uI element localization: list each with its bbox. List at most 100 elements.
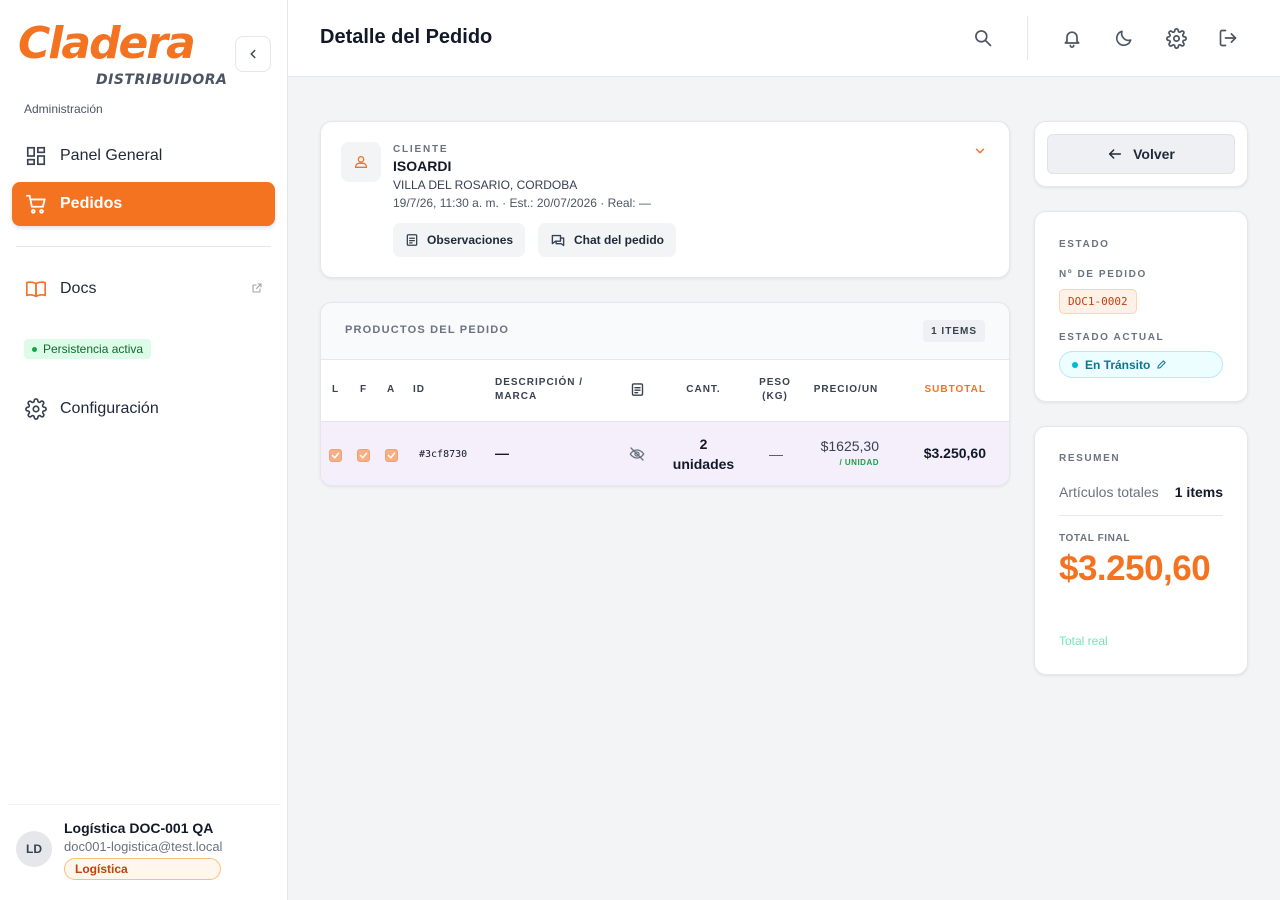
- column-header-subtotal: SUBTOTAL: [924, 384, 986, 395]
- quantity-unit: unidades: [672, 456, 735, 472]
- book-icon: [24, 277, 48, 301]
- column-header-id: ID: [413, 384, 425, 395]
- bell-icon[interactable]: [1060, 26, 1084, 50]
- summary-section-label: RESUMEN: [1059, 453, 1121, 464]
- chat-label: Chat del pedido: [574, 233, 664, 247]
- status-dot: [32, 346, 37, 352]
- shopping-cart-icon: [24, 192, 48, 216]
- persistence-badge: Persistencia activa: [24, 339, 152, 359]
- column-header-description: DESCRIPCIÓN / MARCA: [495, 376, 583, 404]
- items-count-badge: 1 ITEMS: [923, 320, 985, 342]
- brand-logo[interactable]: Cladera DISTRIBUIDORA: [18, 18, 227, 92]
- back-button[interactable]: Volver: [1047, 134, 1235, 174]
- notes-icon: [406, 234, 418, 246]
- order-number-chip: DOC1-0002: [1059, 289, 1137, 314]
- status-card: ESTADO Nº DE PEDIDO DOC1-0002 ESTADO ACT…: [1034, 211, 1248, 402]
- total-final-value: $3.250,60: [1059, 549, 1211, 588]
- gear-icon: [24, 397, 48, 421]
- observations-label: Observaciones: [427, 233, 514, 247]
- logo-subtitle: DISTRIBUIDORA: [96, 72, 228, 88]
- gear-icon[interactable]: [1164, 26, 1188, 50]
- pencil-icon: [1157, 360, 1167, 369]
- persistence-label: Persistencia activa: [43, 342, 144, 356]
- total-note: Total real: [1059, 634, 1108, 648]
- products-header: PRODUCTOS DEL PEDIDO 1 ITEMS: [321, 303, 1009, 360]
- back-label: Volver: [1133, 146, 1175, 162]
- product-price: $1625,30: [820, 438, 879, 454]
- client-section-label: CLIENTE: [393, 144, 449, 155]
- column-header-a: A: [387, 384, 396, 395]
- sidebar-item-docs[interactable]: Docs: [12, 267, 275, 311]
- column-header-f: F: [360, 384, 368, 395]
- avatar[interactable]: LD: [16, 831, 52, 867]
- page-title: Detalle del Pedido: [320, 26, 493, 48]
- eye-off-icon[interactable]: [629, 446, 645, 467]
- dashboard-icon: [24, 144, 48, 168]
- table-row[interactable]: #3cf8730 — 2 unidades — $1625,30 / UNIDA…: [321, 421, 1009, 485]
- products-card: PRODUCTOS DEL PEDIDO 1 ITEMS L F A ID DE…: [320, 302, 1010, 486]
- area-label: Administración: [24, 102, 103, 116]
- sidebar-item-label: Docs: [60, 280, 97, 297]
- collapse-sidebar-button[interactable]: [235, 36, 271, 72]
- column-header-description-line1: DESCRIPCIÓN /: [495, 377, 584, 388]
- sidebar: Cladera DISTRIBUIDORA Administración Pan…: [0, 0, 288, 900]
- order-dates: 19/7/26, 11:30 a. m. · Est.: 20/07/2026 …: [393, 196, 651, 210]
- quantity-number: 2: [699, 436, 708, 452]
- user-name: Logística DOC-001 QA: [64, 820, 214, 836]
- product-quantity: 2 unidades: [661, 434, 746, 474]
- nav-divider: [16, 246, 271, 247]
- client-location: VILLA DEL ROSARIO, CORDOBA: [393, 178, 578, 192]
- client-name: ISOARDI: [393, 158, 452, 174]
- top-header: Detalle del Pedido: [288, 0, 1280, 77]
- product-subtotal: $3.250,60: [923, 445, 986, 461]
- column-header-weight-line2: (KG): [762, 391, 788, 402]
- status-badge[interactable]: En Tránsito: [1059, 351, 1223, 378]
- product-weight: —: [769, 446, 783, 462]
- user-icon: [341, 142, 381, 182]
- chevron-left-icon: [250, 49, 256, 59]
- status-section-label: ESTADO: [1059, 239, 1110, 250]
- external-link-icon: [251, 281, 263, 299]
- checkbox-l[interactable]: [329, 449, 342, 462]
- user-divider: [8, 804, 280, 805]
- logout-icon[interactable]: [1216, 26, 1240, 50]
- notes-icon: [630, 382, 645, 402]
- product-price-unit: / UNIDAD: [839, 458, 879, 467]
- back-card: Volver: [1034, 121, 1248, 187]
- column-header-weight: PESO (KG): [753, 376, 797, 404]
- column-header-l: L: [332, 384, 340, 395]
- arrow-left-icon: [1109, 149, 1122, 159]
- total-final-label: TOTAL FINAL: [1059, 533, 1131, 544]
- column-header-weight-line1: PESO: [759, 377, 791, 388]
- logo-wordmark: Cladera: [18, 18, 196, 69]
- order-number-label: Nº DE PEDIDO: [1059, 269, 1147, 280]
- sidebar-item-panel-general[interactable]: Panel General: [12, 134, 275, 178]
- status-value: En Tránsito: [1085, 357, 1151, 372]
- summary-card: RESUMEN Artículos totales 1 items TOTAL …: [1034, 426, 1248, 675]
- moon-icon[interactable]: [1112, 26, 1136, 50]
- role-badge: Logística: [64, 858, 221, 880]
- status-dot: [1072, 361, 1078, 368]
- user-email: doc001-logistica@test.local: [64, 839, 223, 854]
- header-divider: [1027, 16, 1028, 60]
- checkbox-f[interactable]: [357, 449, 370, 462]
- sidebar-item-label: Panel General: [60, 147, 163, 164]
- observations-button[interactable]: Observaciones: [393, 223, 526, 257]
- column-header-description-line2: MARCA: [495, 391, 538, 402]
- client-card: CLIENTE ISOARDI VILLA DEL ROSARIO, CORDO…: [320, 121, 1010, 278]
- chevron-down-icon[interactable]: [973, 144, 987, 163]
- column-header-qty: CANT.: [686, 384, 721, 395]
- sidebar-item-configuracion[interactable]: Configuración: [12, 387, 275, 431]
- products-title: PRODUCTOS DEL PEDIDO: [345, 324, 510, 336]
- search-icon[interactable]: [971, 26, 995, 50]
- sidebar-item-pedidos[interactable]: Pedidos: [12, 182, 275, 226]
- current-status-label: ESTADO ACTUAL: [1059, 332, 1165, 343]
- product-description: —: [495, 445, 509, 461]
- product-id: #3cf8730: [419, 449, 468, 460]
- checkbox-a[interactable]: [385, 449, 398, 462]
- column-header-price: PRECIO/UN: [813, 384, 879, 395]
- sidebar-item-label: Configuración: [60, 400, 159, 417]
- total-items-label: Artículos totales: [1059, 484, 1159, 500]
- order-chat-button[interactable]: Chat del pedido: [538, 223, 676, 257]
- sidebar-item-label: Pedidos: [60, 195, 123, 212]
